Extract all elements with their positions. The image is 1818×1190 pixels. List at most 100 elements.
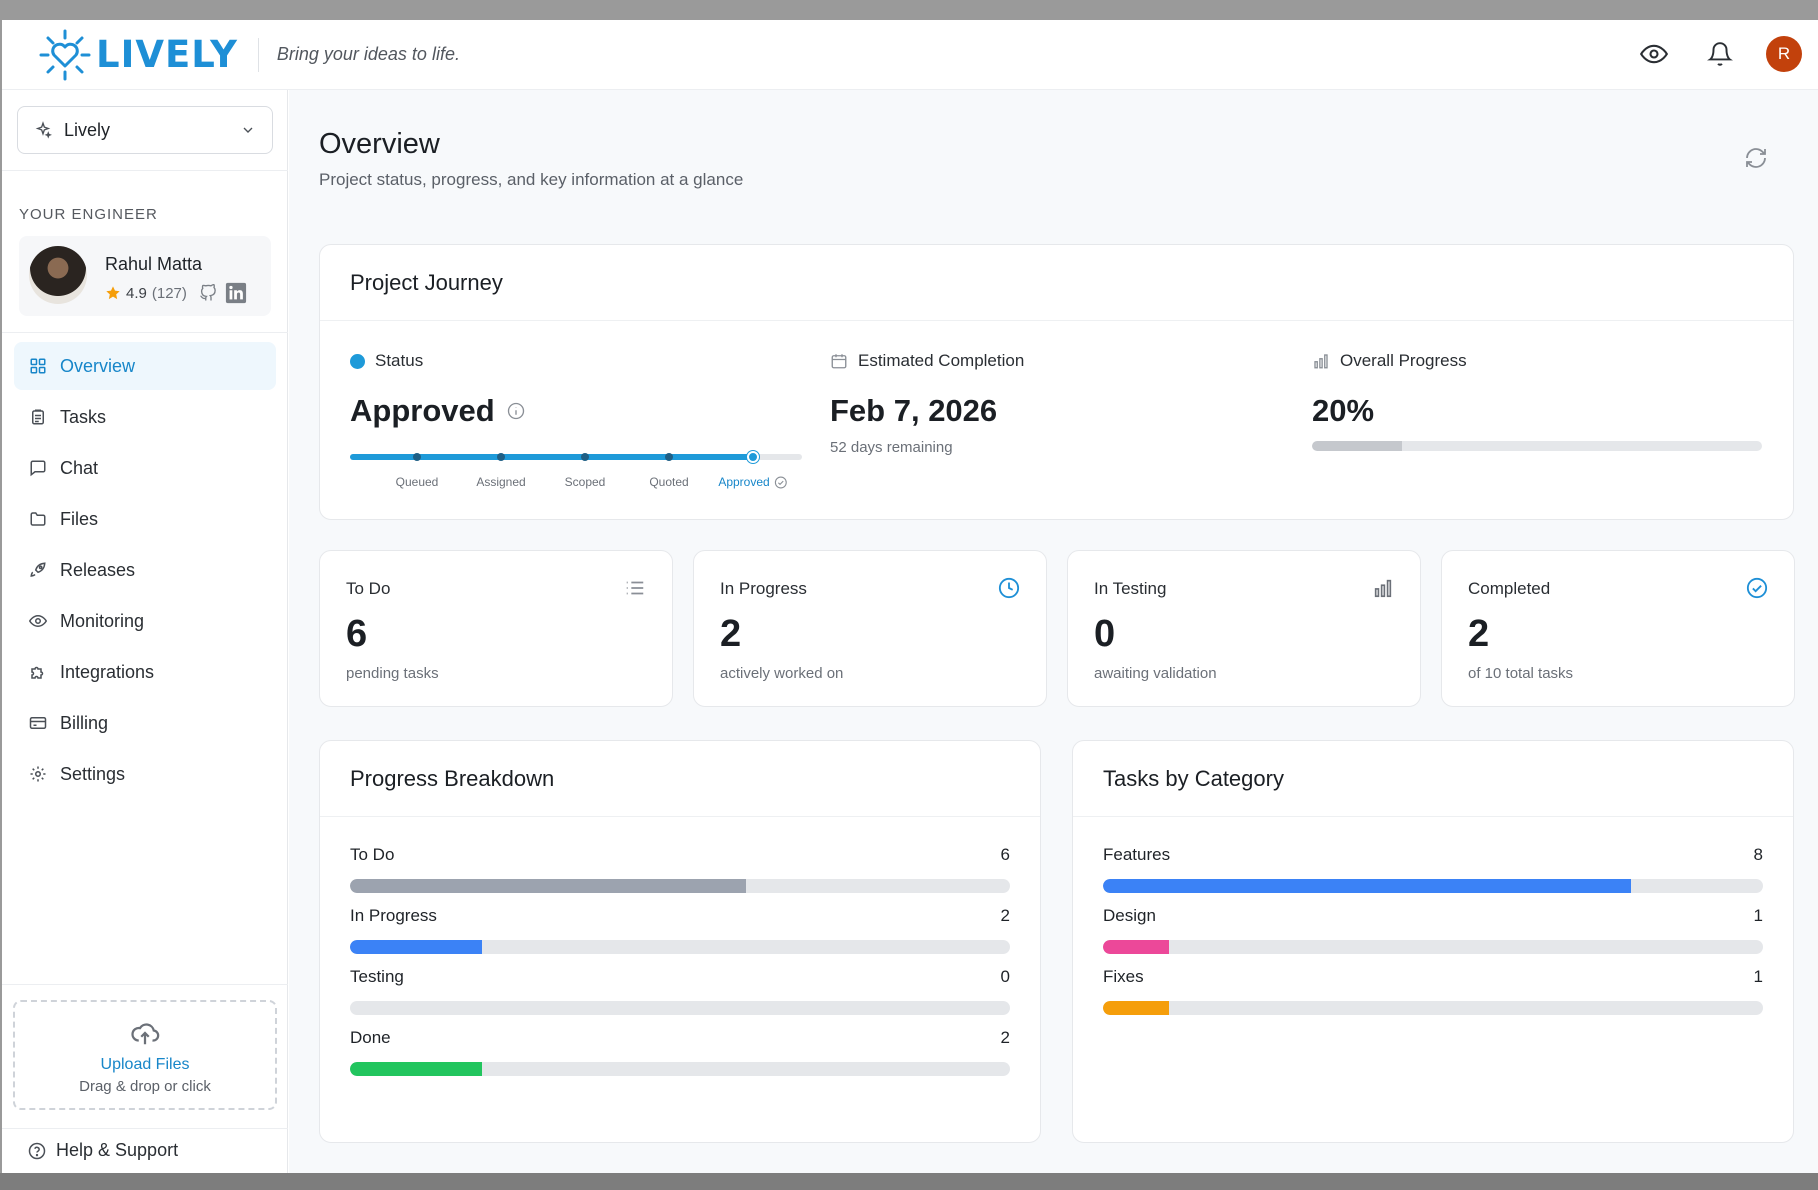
row-bar-track: [350, 1062, 1010, 1076]
step-name: Quoted: [649, 475, 689, 489]
desktop-background: [0, 1173, 1818, 1190]
progress-label: Overall Progress: [1340, 351, 1467, 370]
sidebar-nav: Overview Tasks Chat Files Releases Monit…: [14, 342, 276, 801]
credit-card-icon: [28, 713, 48, 733]
row-value: 2: [1000, 1028, 1010, 1047]
nav-item-overview[interactable]: Overview: [14, 342, 276, 390]
progress-row: Testing 0: [350, 967, 1010, 1015]
row-bar-track: [1103, 879, 1763, 893]
nav-label: Integrations: [60, 661, 155, 682]
nav-item-releases[interactable]: Releases: [14, 546, 276, 594]
brand-logo[interactable]: LIVELY: [38, 28, 238, 82]
row-bar-track: [1103, 1001, 1763, 1015]
nav-item-monitoring[interactable]: Monitoring: [14, 597, 276, 645]
row-value: 1: [1753, 906, 1763, 925]
sidebar-divider: [2, 1128, 288, 1129]
completion-label: Estimated Completion: [858, 351, 1025, 370]
notifications-button[interactable]: [1700, 34, 1740, 74]
step-name: Assigned: [476, 475, 526, 489]
project-selector[interactable]: Lively: [17, 106, 273, 154]
row-label: Testing: [350, 967, 404, 986]
stepper-label: Quoted: [649, 475, 688, 489]
top-header: LIVELY Bring your ideas to life. R: [2, 20, 1818, 90]
user-avatar[interactable]: R: [1766, 36, 1802, 72]
nav-item-settings[interactable]: Settings: [14, 750, 276, 798]
card-title: Tasks by Category: [1073, 741, 1793, 817]
row-value: 1: [1753, 967, 1763, 986]
nav-label: Billing: [60, 712, 109, 733]
main-content: Overview Project status, progress, and k…: [289, 90, 1818, 1173]
status-dot: [350, 353, 365, 369]
progress-row: In Progress 2: [350, 906, 1010, 954]
help-label: Help & Support: [56, 1140, 179, 1160]
folder-icon: [28, 509, 48, 529]
nav-item-tasks[interactable]: Tasks: [14, 393, 276, 441]
overall-progress-track: [1312, 441, 1762, 451]
row-bar-fill: [350, 879, 746, 893]
tagline: Bring your ideas to life.: [276, 44, 460, 64]
nav-item-integrations[interactable]: Integrations: [14, 648, 276, 696]
progress-row: Design 1: [1103, 906, 1763, 954]
list-icon: [626, 581, 644, 595]
row-label: To Do: [350, 845, 395, 864]
stat-card-in-testing[interactable]: In Testing 0 awaiting validation: [1067, 550, 1421, 707]
grid-icon: [28, 356, 48, 376]
refresh-button[interactable]: [1744, 146, 1768, 175]
stat-card-in-progress[interactable]: In Progress 2 actively worked on: [693, 550, 1047, 707]
stepper-dot: [747, 451, 759, 463]
project-name: Lively: [64, 119, 111, 140]
stepper-label: Assigned: [476, 475, 525, 489]
sidebar-divider: [2, 984, 288, 985]
nav-label: Overview: [60, 355, 136, 376]
bar-chart-icon: [1314, 354, 1328, 369]
github-icon[interactable]: [199, 284, 217, 302]
progress-row: Done 2: [350, 1028, 1010, 1076]
preview-button[interactable]: [1634, 34, 1674, 74]
sidebar-divider: [2, 170, 288, 171]
stat-subtitle: awaiting validation: [1094, 665, 1217, 682]
step-name: Scoped: [564, 475, 606, 489]
eye-icon: [1640, 44, 1668, 64]
upload-dropzone[interactable]: Upload Files Drag & drop or click: [13, 1000, 277, 1110]
calendar-icon: [831, 354, 847, 369]
row-bar-track: [350, 1001, 1010, 1015]
completion-remaining: 52 days remaining: [830, 439, 953, 456]
linkedin-icon[interactable]: [225, 282, 247, 304]
nav-item-billing[interactable]: Billing: [14, 699, 276, 747]
completion-column: Estimated Completion Feb 7, 2026 52 days…: [830, 351, 1024, 456]
status-label: Status: [375, 351, 424, 370]
app-window: LIVELY Bring your ideas to life. R Livel…: [2, 20, 1818, 1173]
completion-value: Feb 7, 2026: [830, 393, 998, 428]
info-icon[interactable]: [507, 402, 525, 420]
row-label: Fixes: [1103, 967, 1144, 986]
row-value: 2: [1000, 906, 1010, 925]
engineer-card[interactable]: Rahul Matta 4.9 (127): [19, 236, 271, 316]
progress-row: Features 8: [1103, 845, 1763, 893]
upload-title: Upload Files: [100, 1056, 190, 1073]
stepper-fill: [350, 454, 753, 460]
stat-subtitle: of 10 total tasks: [1468, 665, 1574, 682]
gear-icon: [28, 764, 48, 784]
row-bar-fill: [1103, 1001, 1169, 1015]
stat-card-todo[interactable]: To Do 6 pending tasks: [319, 550, 673, 707]
help-support-link[interactable]: Help & Support: [28, 1140, 178, 1161]
sun-heart-logo-icon: [39, 29, 91, 80]
nav-label: Monitoring: [60, 610, 145, 631]
row-bar-track: [350, 879, 1010, 893]
row-value: 0: [1000, 967, 1010, 986]
stepper-dot: [413, 453, 421, 461]
row-bar-track: [1103, 940, 1763, 954]
project-journey-card: Project Journey Status Approved Queued As…: [319, 244, 1794, 520]
upload-subtitle: Drag & drop or click: [79, 1078, 211, 1095]
stat-label: To Do: [346, 579, 391, 598]
stepper-label: Approved: [718, 475, 788, 489]
row-label: Design: [1103, 906, 1156, 925]
stat-value: 6: [346, 613, 368, 655]
row-value: 8: [1753, 845, 1763, 864]
nav-item-chat[interactable]: Chat: [14, 444, 276, 492]
help-circle-icon: [28, 1142, 46, 1160]
stat-card-completed[interactable]: Completed 2 of 10 total tasks: [1441, 550, 1795, 707]
overall-progress-fill: [1312, 441, 1402, 451]
engineer-name: Rahul Matta: [105, 254, 203, 274]
nav-item-files[interactable]: Files: [14, 495, 276, 543]
